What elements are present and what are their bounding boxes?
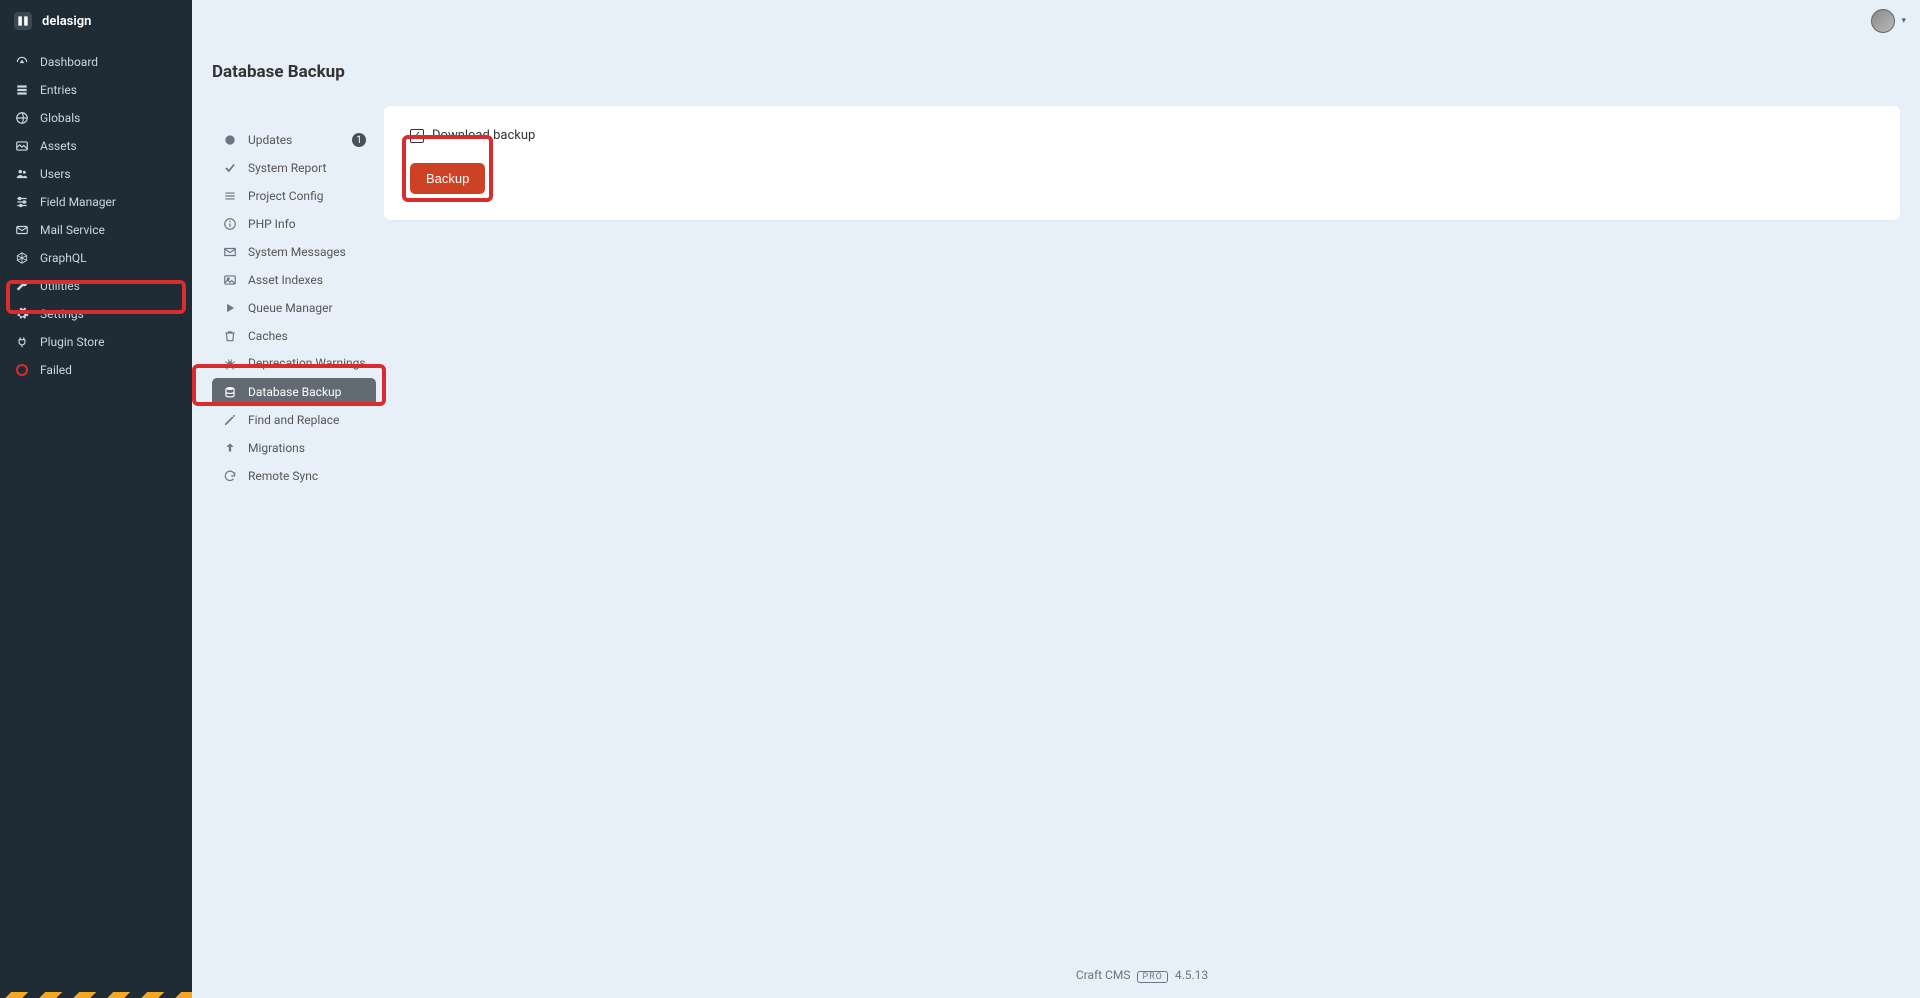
image-icon [14,139,30,153]
sidebar-nav: Dashboard Entries Globals Assets Users F… [0,42,192,384]
bug-icon [222,357,238,371]
badge-count: 1 [352,133,366,147]
sidebar-item-label: Globals [40,111,80,125]
document-icon [14,83,30,97]
edition-badge[interactable]: PRO [1137,971,1167,983]
subnav-item-caches[interactable]: Caches [212,322,376,350]
subnav-item-label: Project Config [248,189,366,203]
arrow-up-icon [222,441,238,455]
sidebar-item-graphql[interactable]: GraphQL [0,244,192,272]
subnav-item-queue-manager[interactable]: Queue Manager [212,294,376,322]
sidebar-item-label: Settings [40,307,84,321]
subnav-item-label: Updates [248,133,352,147]
sidebar-item-dashboard[interactable]: Dashboard [0,48,192,76]
globe-icon [14,111,30,125]
main-content: ✓ Download backup Backup [384,106,1900,220]
sidebar-item-assets[interactable]: Assets [0,132,192,160]
subnav-item-label: Queue Manager [248,301,366,315]
sync-icon [222,469,238,483]
subnav-item-label: Migrations [248,441,366,455]
sliders-icon [14,195,30,209]
footer: Craft CMS PRO 4.5.13 [384,968,1900,982]
subnav-item-label: Find and Replace [248,413,366,427]
pencil-icon [222,413,238,427]
subnav-item-label: PHP Info [248,217,366,231]
envelope-icon [222,245,238,259]
checkbox-icon: ✓ [410,129,424,143]
graphql-icon [14,251,30,265]
utilities-subnav: Updates 1 System Report Project Config P… [192,42,384,998]
sidebar-item-label: Entries [40,83,77,97]
subnav-item-remote-sync[interactable]: Remote Sync [212,462,376,490]
check-icon [222,161,238,175]
subnav-item-label: Deprecation Warnings [248,357,366,370]
sidebar-item-label: Users [40,167,71,181]
subnav-item-label: System Report [248,161,366,175]
config-icon [222,189,238,203]
sidebar-item-label: Field Manager [40,195,116,209]
subnav-item-database-backup[interactable]: Database Backup [212,378,376,406]
subnav-item-project-config[interactable]: Project Config [212,182,376,210]
sidebar-item-users[interactable]: Users [0,160,192,188]
plug-icon [14,335,30,349]
sidebar-item-label: Utilities [40,279,80,293]
database-icon [222,385,238,399]
sidebar-item-label: Dashboard [40,55,98,69]
subnav-item-asset-indexes[interactable]: Asset Indexes [212,266,376,294]
image-icon [222,273,238,287]
sidebar-item-label: Plugin Store [40,335,104,349]
subnav-item-find-replace[interactable]: Find and Replace [212,406,376,434]
footer-product[interactable]: Craft CMS [1076,968,1131,982]
sidebar-item-failed[interactable]: Failed [0,356,192,384]
user-menu[interactable]: ▾ [1871,9,1906,33]
footer-version: 4.5.13 [1175,968,1208,982]
sidebar-item-utilities[interactable]: Utilities [0,272,192,300]
subnav-item-system-report[interactable]: System Report [212,154,376,182]
sidebar-item-plugin-store[interactable]: Plugin Store [0,328,192,356]
sidebar: delasign Dashboard Entries Globals Asset… [0,0,192,998]
gauge-icon [14,55,30,69]
subnav-item-label: Remote Sync [248,469,366,483]
wrench-icon [14,279,30,293]
sidebar-item-label: GraphQL [40,251,87,265]
sidebar-item-mail-service[interactable]: Mail Service [0,216,192,244]
dev-mode-stripe [0,992,192,998]
subnav-item-migrations[interactable]: Migrations [212,434,376,462]
checkbox-label: Download backup [432,128,535,143]
users-icon [14,167,30,181]
gear-icon [14,307,30,321]
subnav-item-label: Database Backup [248,385,366,399]
topbar: ▾ [192,0,1920,42]
avatar [1871,9,1895,33]
chevron-down-icon: ▾ [1901,16,1906,26]
refresh-icon [222,133,238,147]
sidebar-item-label: Failed [40,363,72,377]
subnav-item-label: Caches [248,329,366,343]
play-icon [222,301,238,315]
subnav-item-php-info[interactable]: PHP Info [212,210,376,238]
mail-icon [14,223,30,237]
subnav-item-updates[interactable]: Updates 1 [212,126,376,154]
subnav-item-system-messages[interactable]: System Messages [212,238,376,266]
download-backup-checkbox[interactable]: ✓ Download backup [410,128,1874,143]
sidebar-item-label: Mail Service [40,223,105,237]
red-ring-icon [14,364,30,376]
brand-logo-icon [14,12,32,30]
subnav-item-label: System Messages [248,245,366,259]
subnav-item-label: Asset Indexes [248,273,366,287]
sidebar-item-settings[interactable]: Settings [0,300,192,328]
sidebar-item-label: Assets [40,139,77,153]
backup-button[interactable]: Backup [410,163,485,194]
info-icon [222,217,238,231]
trash-icon [222,329,238,343]
sidebar-item-field-manager[interactable]: Field Manager [0,188,192,216]
brand-name: delasign [42,14,91,29]
brand-header[interactable]: delasign [0,0,192,42]
sidebar-item-globals[interactable]: Globals [0,104,192,132]
subnav-item-deprecation-warnings[interactable]: Deprecation Warnings [212,350,376,378]
sidebar-item-entries[interactable]: Entries [0,76,192,104]
backup-panel: ✓ Download backup Backup [384,106,1900,220]
